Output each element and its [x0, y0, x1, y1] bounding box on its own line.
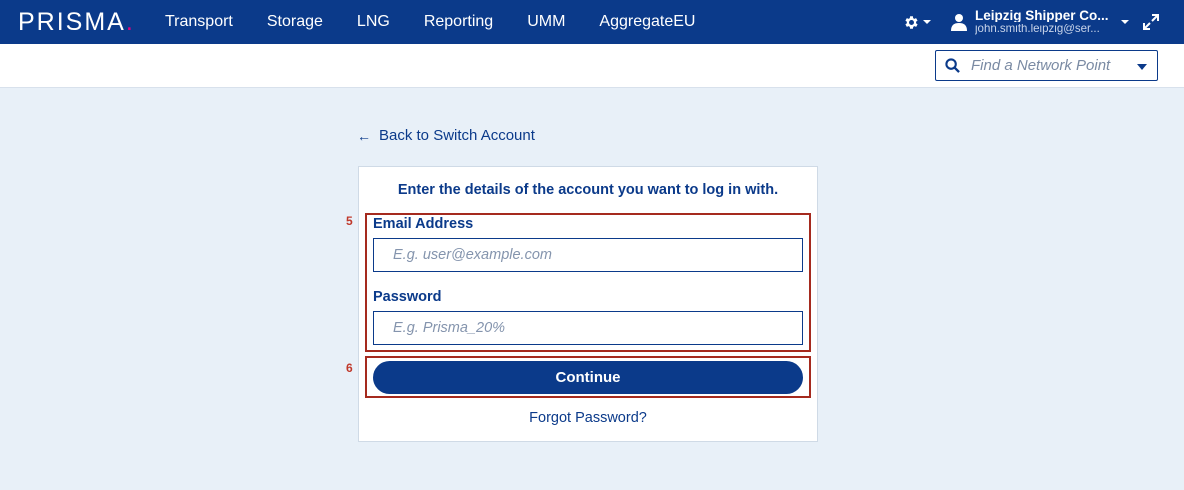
email-label: Email Address — [373, 216, 474, 232]
chevron-down-icon[interactable] — [1137, 64, 1147, 70]
main-nav: Transport Storage LNG Reporting UMM Aggr… — [165, 0, 729, 44]
gear-icon — [905, 15, 918, 29]
nav-item-lng[interactable]: LNG — [357, 13, 390, 31]
top-navigation-bar: PRISMA. Transport Storage LNG Reporting … — [0, 0, 1184, 44]
network-point-input[interactable] — [971, 57, 1131, 74]
step-5-marker: 5 — [346, 214, 353, 228]
search-icon — [945, 58, 960, 73]
password-input[interactable] — [374, 312, 802, 344]
arrow-left-icon: ← — [357, 127, 371, 144]
email-field[interactable] — [373, 238, 803, 272]
continue-button[interactable]: Continue — [373, 361, 803, 394]
logo-text: PRISMA — [18, 8, 126, 36]
prisma-logo[interactable]: PRISMA. — [18, 8, 135, 37]
back-to-switch-account-link[interactable]: ← Back to Switch Account — [357, 127, 535, 144]
expand-icon[interactable] — [1142, 13, 1160, 31]
nav-item-transport[interactable]: Transport — [165, 13, 233, 31]
nav-item-umm[interactable]: UMM — [527, 13, 565, 31]
chevron-down-icon — [1121, 20, 1129, 24]
login-card: Enter the details of the account you wan… — [358, 166, 818, 442]
email-input[interactable] — [374, 239, 802, 271]
settings-menu-button[interactable] — [903, 11, 935, 33]
user-company-name: Leipzig Shipper Co... — [975, 8, 1109, 22]
card-title: Enter the details of the account you wan… — [397, 182, 779, 198]
password-label: Password — [373, 289, 442, 305]
back-link-label: Back to Switch Account — [379, 127, 535, 144]
chevron-down-icon — [923, 20, 931, 24]
forgot-password-link[interactable]: Forgot Password? — [359, 410, 817, 426]
user-icon — [951, 14, 967, 31]
step-6-marker: 6 — [346, 361, 353, 375]
password-field[interactable] — [373, 311, 803, 345]
nav-item-reporting[interactable]: Reporting — [424, 13, 493, 31]
logo-dot: . — [125, 8, 135, 36]
user-email: john.smith.leipzig@ser... — [975, 24, 1100, 35]
network-point-search[interactable] — [935, 50, 1158, 81]
nav-item-aggregateeu[interactable]: AggregateEU — [599, 13, 695, 31]
secondary-toolbar — [0, 44, 1184, 88]
user-account-menu[interactable]: Leipzig Shipper Co... john.smith.leipzig… — [951, 6, 1131, 38]
nav-item-storage[interactable]: Storage — [267, 13, 323, 31]
